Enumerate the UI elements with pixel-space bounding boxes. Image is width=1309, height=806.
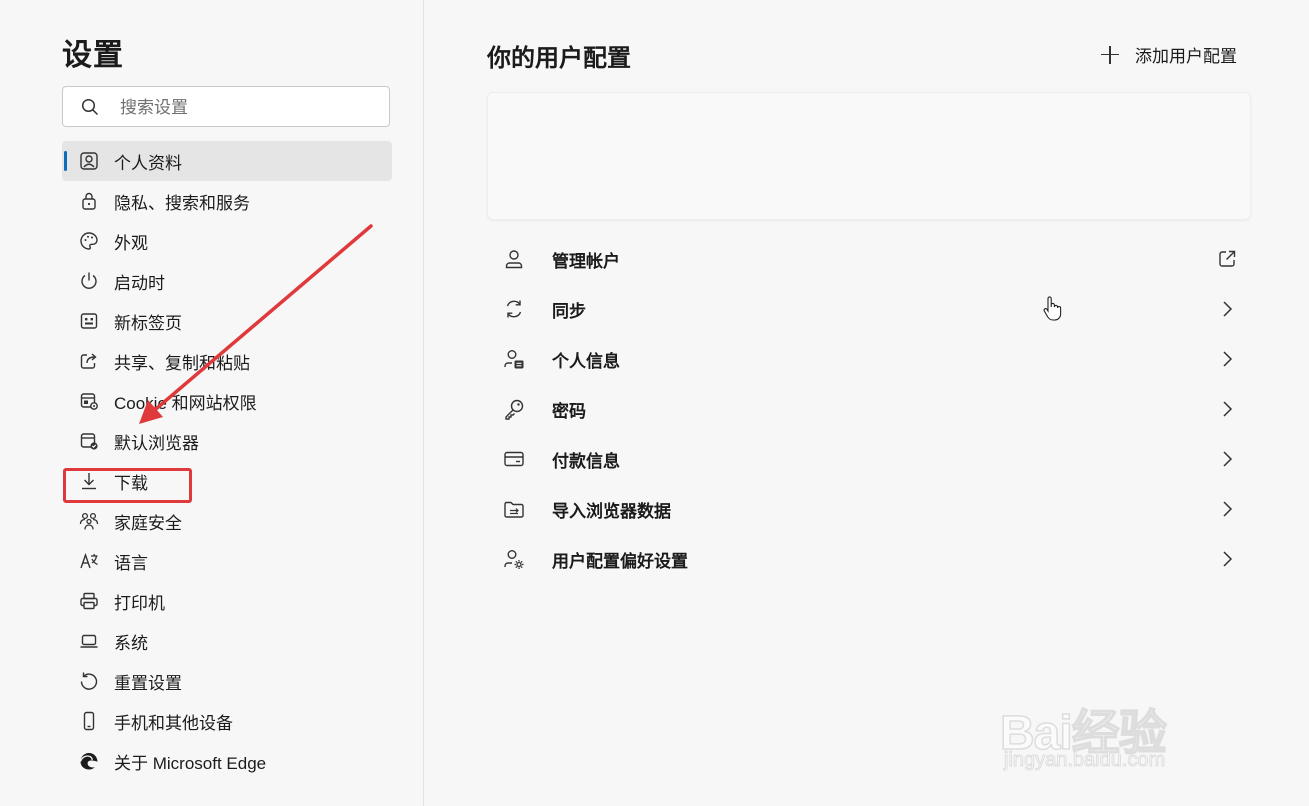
edge-logo-icon — [78, 750, 100, 772]
sidebar-item-label: 关于 Microsoft Edge — [114, 753, 267, 773]
family-icon — [78, 510, 100, 532]
external-link-icon — [1217, 249, 1237, 269]
row-import-data[interactable]: 导入浏览器数据 — [487, 484, 1249, 534]
profile-icon — [78, 150, 100, 172]
sidebar-item-label: 家庭安全 — [114, 513, 182, 533]
sidebar-item-label: 默认浏览器 — [114, 433, 199, 453]
sidebar-item-label: 个人资料 — [114, 153, 182, 173]
plus-icon — [1101, 45, 1119, 64]
row-payment-info[interactable]: 付款信息 — [487, 434, 1249, 484]
watermark-url: jingyan.baidu.com — [1003, 749, 1166, 772]
site-permissions-icon — [78, 390, 100, 412]
settings-sidebar: 设置 个人资料 隐私、搜索和服务 外观 启动时 新标签页 共享、复制和粘贴 — [0, 0, 424, 806]
sidebar-item-system[interactable]: 系统 — [62, 621, 392, 661]
sidebar-item-profile[interactable]: 个人资料 — [62, 141, 392, 181]
sync-icon — [502, 297, 526, 321]
language-icon — [78, 550, 100, 572]
sidebar-item-label: 语言 — [114, 553, 148, 573]
chevron-right-icon — [1217, 499, 1237, 519]
sidebar-item-language[interactable]: 语言 — [62, 541, 392, 581]
sidebar-item-label: 启动时 — [114, 273, 165, 293]
annotation-highlight-box — [63, 468, 192, 503]
sidebar-item-about[interactable]: 关于 Microsoft Edge — [62, 741, 392, 781]
sidebar-item-startup[interactable]: 启动时 — [62, 261, 392, 301]
hand-cursor-icon — [1043, 296, 1062, 321]
row-label: 个人信息 — [552, 351, 620, 371]
row-label: 密码 — [552, 401, 586, 421]
profile-settings-list: 管理帐户 同步 个人信息 密码 付款信息 导入浏览器数据 用户配置偏好设置 — [487, 234, 1249, 584]
default-browser-icon — [78, 430, 100, 452]
sidebar-item-appearance[interactable]: 外观 — [62, 221, 392, 261]
row-label: 用户配置偏好设置 — [552, 551, 688, 571]
import-icon — [502, 497, 526, 521]
sidebar-item-family-safety[interactable]: 家庭安全 — [62, 501, 392, 541]
chevron-right-icon — [1217, 399, 1237, 419]
search-icon — [81, 98, 99, 116]
sidebar-item-label: Cookie 和网站权限 — [114, 393, 257, 413]
profile-settings-icon — [502, 547, 526, 571]
page-title: 你的用户配置 — [487, 45, 631, 72]
sidebar-item-label: 隐私、搜索和服务 — [114, 193, 250, 213]
sidebar-item-label: 新标签页 — [114, 313, 182, 333]
sidebar-item-share[interactable]: 共享、复制和粘贴 — [62, 341, 392, 381]
row-passwords[interactable]: 密码 — [487, 384, 1249, 434]
power-icon — [78, 270, 100, 292]
row-label: 管理帐户 — [552, 251, 620, 271]
sidebar-item-label: 手机和其他设备 — [114, 713, 233, 733]
row-sync[interactable]: 同步 — [487, 284, 1249, 334]
row-profile-preferences[interactable]: 用户配置偏好设置 — [487, 534, 1249, 584]
sidebar-item-cookies[interactable]: Cookie 和网站权限 — [62, 381, 392, 421]
palette-icon — [78, 230, 100, 252]
new-tab-icon — [78, 310, 100, 332]
sidebar-item-default-browser[interactable]: 默认浏览器 — [62, 421, 392, 461]
settings-nav: 个人资料 隐私、搜索和服务 外观 启动时 新标签页 共享、复制和粘贴 Cooki… — [62, 141, 392, 781]
sidebar-item-printers[interactable]: 打印机 — [62, 581, 392, 621]
account-icon — [502, 247, 526, 271]
sidebar-item-label: 外观 — [114, 233, 148, 253]
row-label: 同步 — [552, 301, 586, 321]
sidebar-item-privacy[interactable]: 隐私、搜索和服务 — [62, 181, 392, 221]
sidebar-item-label: 系统 — [114, 633, 148, 653]
sidebar-item-label: 共享、复制和粘贴 — [114, 353, 250, 373]
row-personal-info[interactable]: 个人信息 — [487, 334, 1249, 384]
chevron-right-icon — [1217, 349, 1237, 369]
row-label: 导入浏览器数据 — [552, 501, 671, 521]
sidebar-item-new-tab[interactable]: 新标签页 — [62, 301, 392, 341]
card-icon — [502, 447, 526, 471]
sidebar-item-label: 重置设置 — [114, 673, 182, 693]
sidebar-item-reset[interactable]: 重置设置 — [62, 661, 392, 701]
search-box[interactable] — [62, 86, 390, 128]
share-icon — [78, 350, 100, 372]
lock-icon — [78, 190, 100, 212]
search-input[interactable] — [118, 87, 382, 128]
reset-icon — [78, 670, 100, 692]
chevron-right-icon — [1217, 449, 1237, 469]
add-profile-button[interactable]: 添加用户配置 — [1101, 42, 1237, 67]
add-profile-label: 添加用户配置 — [1135, 47, 1237, 66]
row-manage-account[interactable]: 管理帐户 — [487, 234, 1249, 284]
personal-info-icon — [502, 347, 526, 371]
profile-card — [487, 92, 1251, 220]
phone-icon — [78, 710, 100, 732]
settings-title: 设置 — [62, 39, 124, 72]
chevron-right-icon — [1217, 549, 1237, 569]
baidu-watermark: Bai经验 jingyan.baidu.com — [999, 665, 1250, 785]
row-label: 付款信息 — [552, 451, 620, 471]
laptop-icon — [78, 630, 100, 652]
sidebar-item-label: 打印机 — [114, 593, 165, 613]
key-icon — [502, 397, 526, 421]
printer-icon — [78, 590, 100, 612]
sidebar-item-phone-devices[interactable]: 手机和其他设备 — [62, 701, 392, 741]
chevron-right-icon — [1217, 299, 1237, 319]
